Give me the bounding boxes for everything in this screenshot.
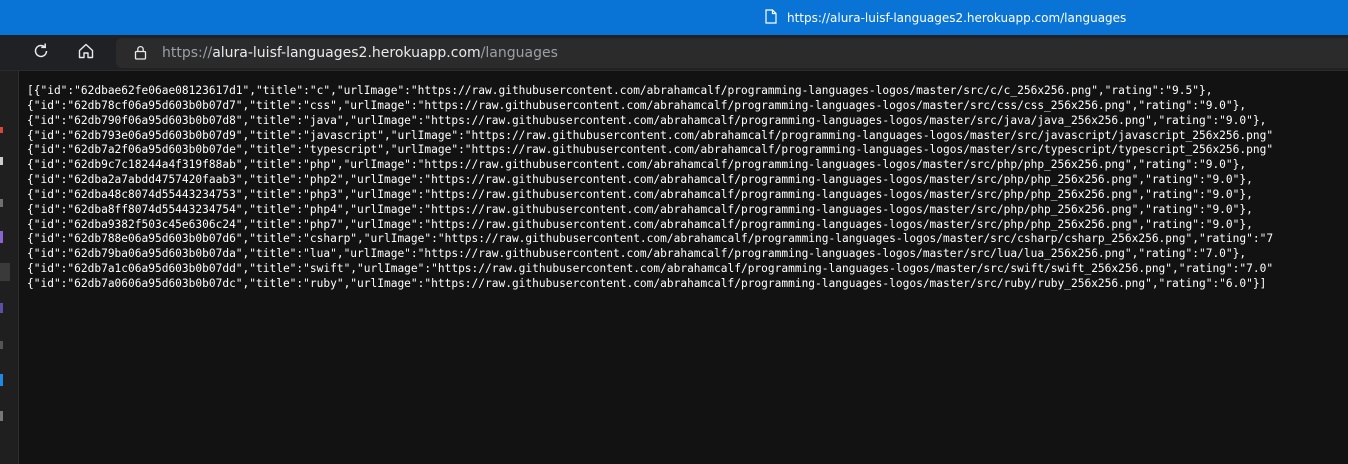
left-sidebar (0, 71, 19, 464)
page-content: [{"id":"62dbae62fe06ae08123617d1","title… (19, 71, 1348, 464)
reload-icon (32, 42, 50, 64)
home-icon (77, 42, 95, 64)
link-status-tooltip-bar: https://alura-luisf-languages2.herokuapp… (0, 0, 1348, 35)
json-line: {"id":"62db7a0606a95d603b0b07dc","title"… (27, 276, 1267, 290)
json-line: [{"id":"62dbae62fe06ae08123617d1","title… (27, 84, 1213, 97)
sidebar-app-icon[interactable] (0, 374, 3, 386)
sidebar-app-icon[interactable] (0, 157, 3, 165)
json-line: {"id":"62db790f06a95d603b0b07d8","title"… (27, 113, 1267, 127)
json-line: {"id":"62dba48c8074d55443234753","title"… (27, 187, 1253, 201)
sidebar-app-icon[interactable] (0, 263, 10, 281)
sidebar-app-icon[interactable] (0, 411, 3, 421)
link-status-tooltip: https://alura-luisf-languages2.herokuapp… (765, 5, 1126, 30)
home-button[interactable] (72, 39, 100, 67)
address-url[interactable]: https://alura-luisf-languages2.herokuapp… (162, 45, 558, 61)
reload-button[interactable] (27, 39, 55, 67)
json-line: {"id":"62db788e06a95d603b0b07d6","title"… (27, 232, 1274, 246)
browser-toolbar: https://alura-luisf-languages2.herokuapp… (0, 35, 1348, 71)
json-line: {"id":"62db793e06a95d603b0b07d9","title"… (27, 128, 1274, 142)
sidebar-app-icon[interactable] (0, 341, 3, 349)
link-status-url: https://alura-luisf-languages2.herokuapp… (787, 10, 1127, 25)
url-path: /languages (480, 45, 558, 61)
json-line: {"id":"62db7a2f06a95d603b0b07de","title"… (27, 143, 1274, 157)
json-line: {"id":"62db7a1c06a95d603b0b07dd","title"… (27, 262, 1274, 276)
json-line: {"id":"62db78cf06a95d603b0b07d7","title"… (27, 98, 1247, 112)
page-icon (765, 8, 777, 27)
url-scheme: https:// (162, 45, 213, 61)
json-line: {"id":"62dba2a7abdd4757420faab3","title"… (27, 173, 1253, 187)
sidebar-app-icon[interactable] (0, 127, 3, 133)
address-bar[interactable]: https://alura-luisf-languages2.herokuapp… (116, 38, 1348, 68)
lock-icon[interactable] (134, 45, 147, 64)
sidebar-app-icon[interactable] (0, 303, 3, 313)
json-line: {"id":"62dba9382f503c45e6306c24","title"… (27, 217, 1253, 231)
sidebar-app-icon[interactable] (0, 199, 3, 207)
json-line: {"id":"62db9c7c18244a4f319f88ab","title"… (27, 158, 1247, 172)
sidebar-app-icon[interactable] (0, 231, 3, 243)
json-response: [{"id":"62dbae62fe06ae08123617d1","title… (27, 84, 1273, 292)
url-host: alura-luisf-languages2.herokuapp.com (212, 45, 481, 61)
json-line: {"id":"62db79ba06a95d603b0b07da","title"… (27, 247, 1247, 261)
json-line: {"id":"62dba8ff8074d55443234754","title"… (27, 202, 1253, 216)
